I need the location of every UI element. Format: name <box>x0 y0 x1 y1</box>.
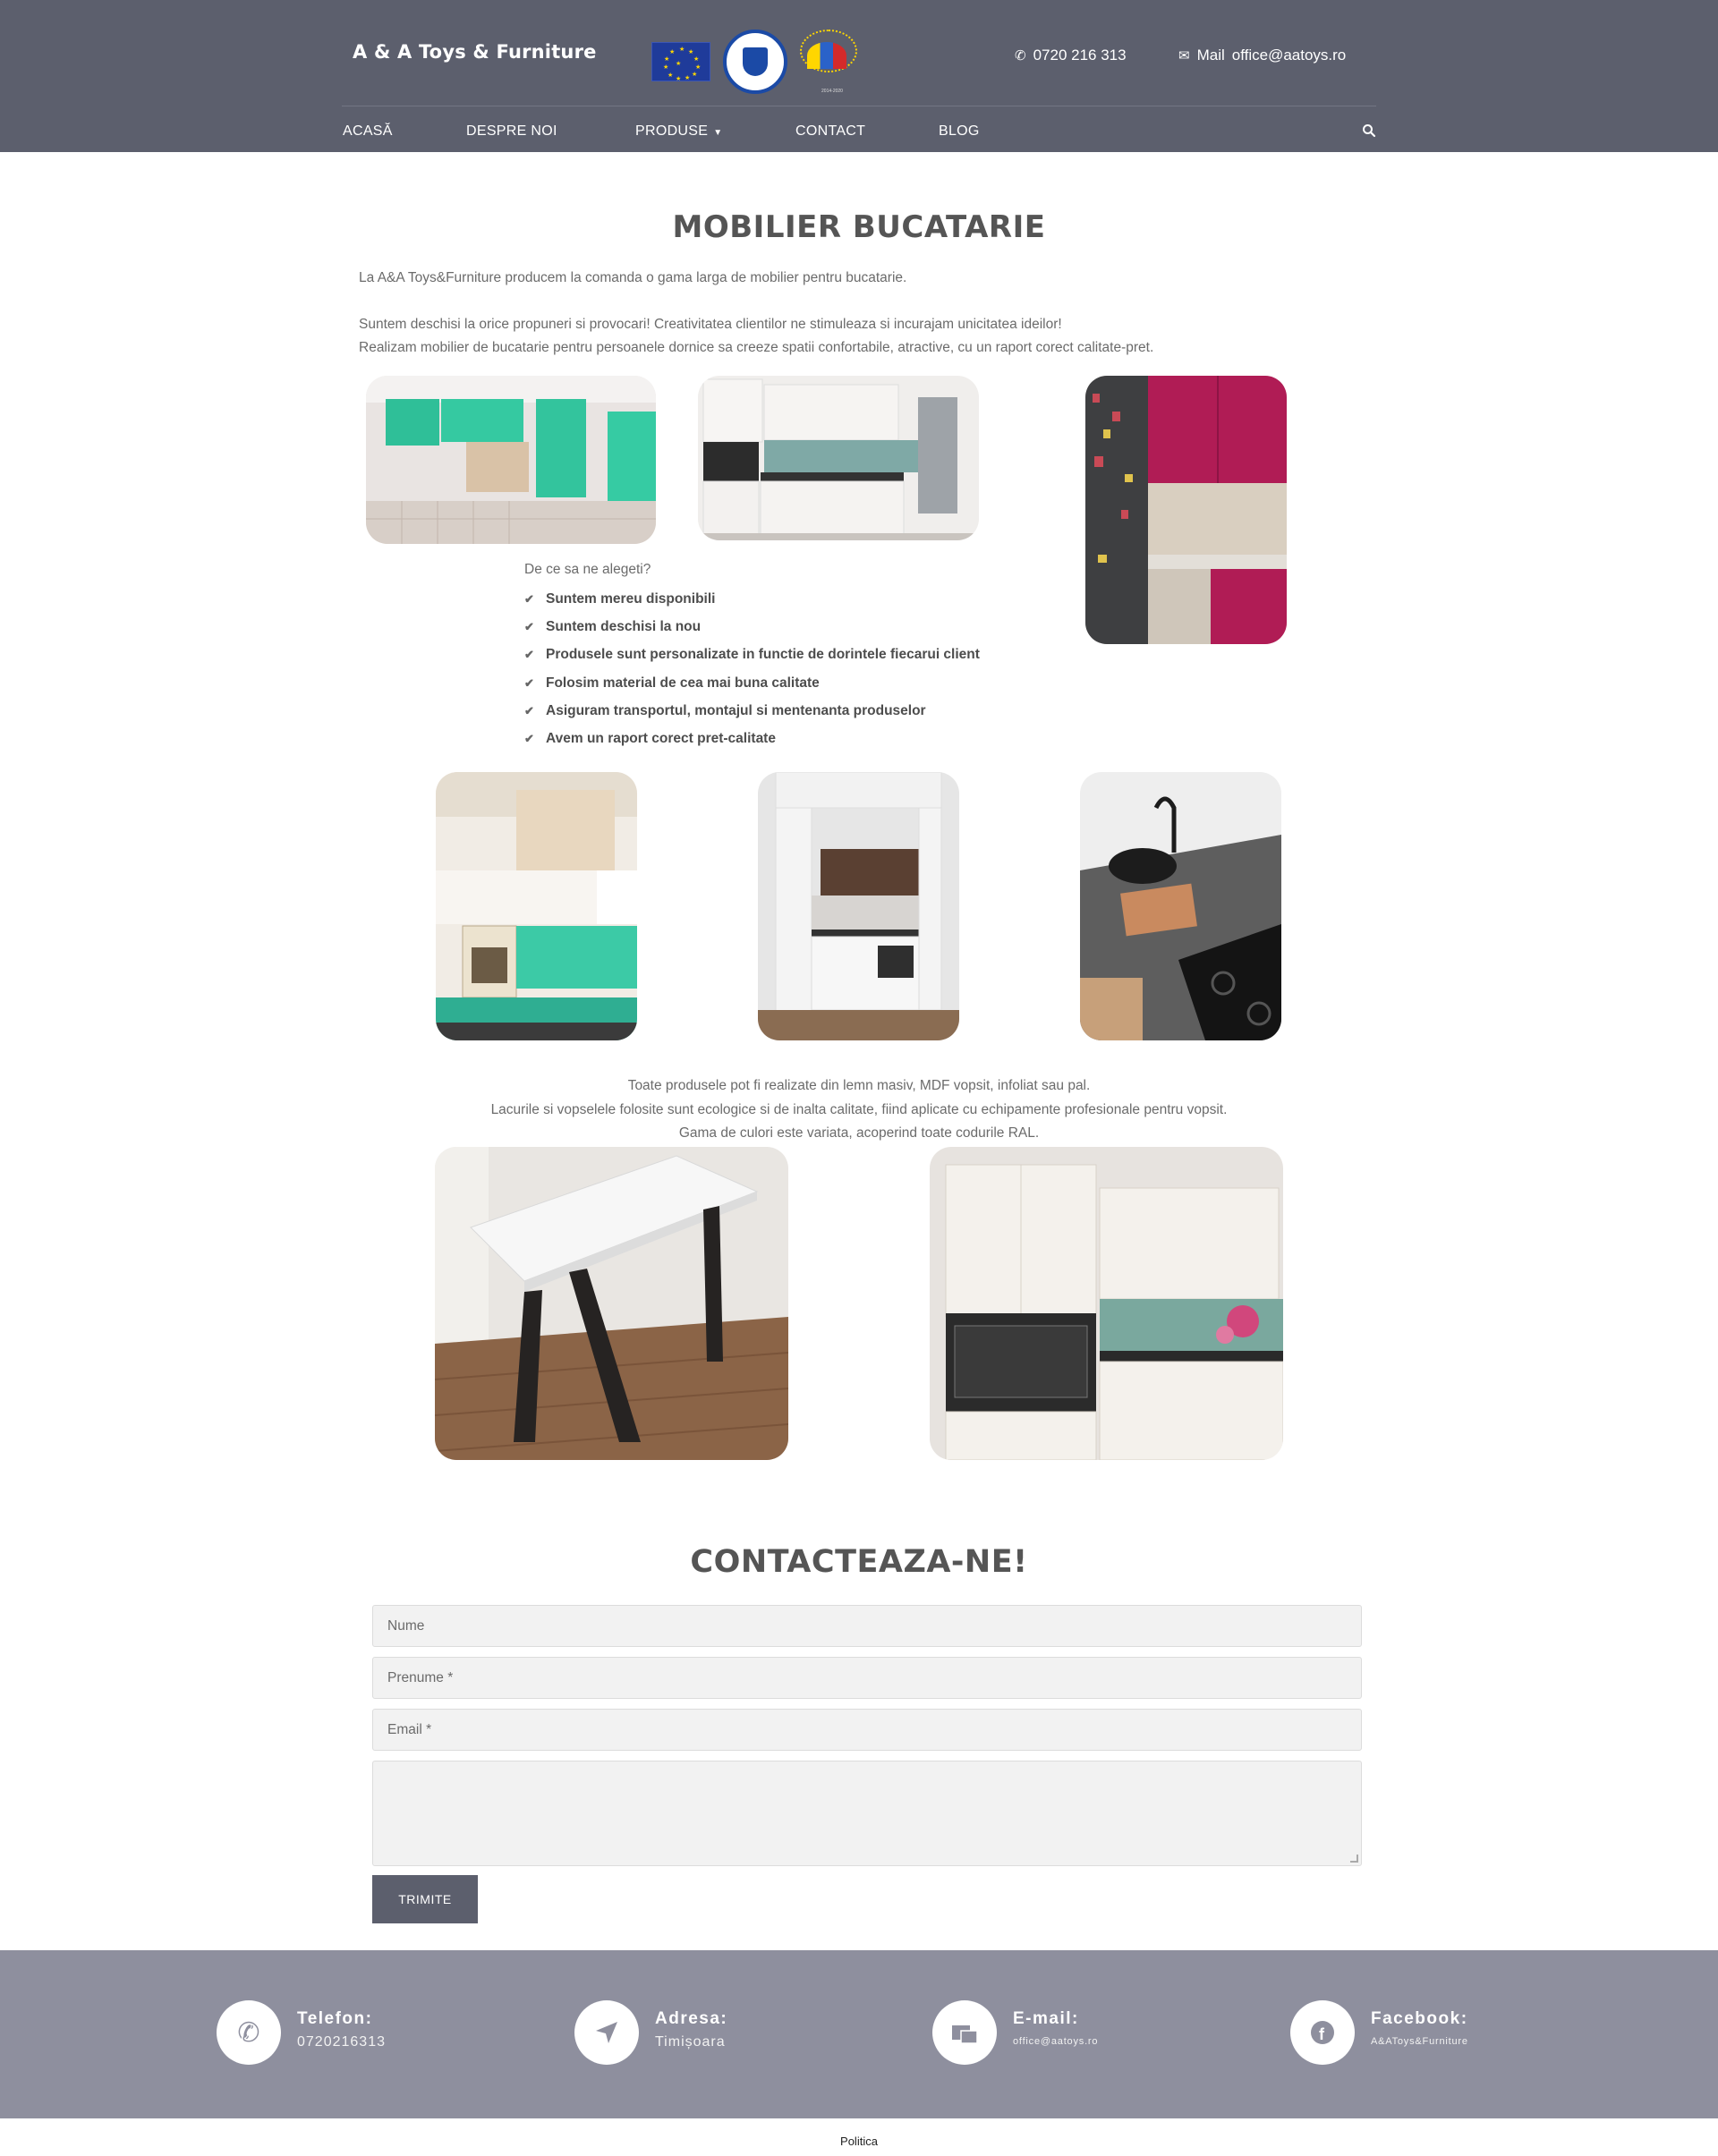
nav-item-produse[interactable]: PRODUSE ▼ <box>635 123 722 140</box>
phone-icon: ✆ <box>217 2000 281 2065</box>
kitchen-photo-classic[interactable] <box>930 1147 1283 1460</box>
nav-item-acasa[interactable]: ACASĂ <box>343 123 393 140</box>
policy-link[interactable]: Politica <box>0 2135 1718 2148</box>
materials-text-2: Lacurile si vopselele folosite sunt ecol… <box>490 1102 1228 1117</box>
header-phone[interactable]: ✆ 0720 216 313 <box>1015 47 1127 64</box>
materials-text-1: Toate produsele pot fi realizate din lem… <box>627 1078 1091 1093</box>
name-field[interactable]: Nume <box>372 1605 1362 1647</box>
list-item: ✔ Asiguram transportul, montajul si mente… <box>524 702 926 718</box>
nav-item-blog[interactable]: BLOG <box>939 123 980 140</box>
message-textarea[interactable] <box>372 1761 1362 1866</box>
main-nav: ACASĂ DESPRE NOI PRODUSE ▼ CONTACT BLOG <box>342 115 1376 150</box>
kitchen-photo-teal[interactable] <box>366 376 656 544</box>
contact-title: CONTACTEAZA-NE! <box>690 1544 1028 1580</box>
phone-icon: ✆ <box>1015 48 1026 64</box>
submit-button[interactable]: TRIMITE <box>372 1875 478 1923</box>
chevron-down-icon: ▼ <box>713 128 723 138</box>
eu-flag-icon: ★ ★ ★ ★ ★ ★ ★ ★ ★ ★ ★ ★ <box>651 42 710 82</box>
kitchen-photo-teal-oven[interactable] <box>436 772 637 1040</box>
check-icon: ✔ <box>524 591 534 606</box>
mail-bulk-icon <box>932 2000 997 2065</box>
page: A & A Toys & Furniture ★ ★ ★ ★ ★ ★ ★ ★ ★ ★ ★ ★… <box>0 0 1718 2156</box>
list-item: ✔ Avem un raport corect pret-calitate <box>524 731 776 747</box>
brand-logo[interactable]: A & A Toys & Furniture <box>353 41 597 63</box>
check-icon: ✔ <box>524 648 534 662</box>
romanian-government-seal-icon <box>723 30 787 94</box>
resize-handle-icon[interactable] <box>1350 1855 1358 1863</box>
comfort-text: Realizam mobilier de bucatarie pentru pe… <box>359 340 1154 355</box>
intro-text: La A&A Toys&Furniture producem la comand… <box>359 270 907 285</box>
cohesion-policy-logo-icon: 2014-2020 <box>800 30 857 94</box>
kitchen-photo-wood[interactable] <box>758 772 959 1040</box>
check-icon: ✔ <box>524 619 534 633</box>
facebook-icon: f <box>1290 2000 1355 2065</box>
site-footer: ✆ Telefon: 0720216313 Adresa: Timișoara … <box>0 1950 1718 2118</box>
check-icon: ✔ <box>524 732 534 746</box>
footer-email[interactable]: E-mail: office@aatoys.ro <box>932 2000 1098 2065</box>
funding-logos: ★ ★ ★ ★ ★ ★ ★ ★ ★ ★ ★ ★ 2014-2020 <box>651 27 857 97</box>
nav-item-contact[interactable]: CONTACT <box>795 123 865 140</box>
kitchen-photo-sink[interactable] <box>1080 772 1281 1040</box>
firstname-field[interactable]: Prenume * <box>372 1657 1362 1699</box>
list-item: ✔ Folosim material de cea mai buna calita… <box>524 675 820 691</box>
materials-text-3: Gama de culori este variata, acoperind t… <box>678 1125 1040 1141</box>
footer-address[interactable]: Adresa: Timișoara <box>574 2000 727 2065</box>
location-arrow-icon <box>574 2000 639 2065</box>
check-icon: ✔ <box>524 675 534 690</box>
page-title: MOBILIER BUCATARIE <box>672 209 1046 245</box>
svg-text:f: f <box>1319 2025 1325 2043</box>
header-mail[interactable]: ✉ Mail office@aatoys.ro <box>1178 47 1346 64</box>
list-item: ✔ Suntem deschisi la nou <box>524 618 702 634</box>
email-field[interactable]: Email * <box>372 1709 1362 1751</box>
check-icon: ✔ <box>524 703 534 717</box>
nav-item-despre-noi[interactable]: DESPRE NOI <box>466 123 557 140</box>
envelope-icon: ✉ <box>1178 48 1190 64</box>
search-icon[interactable] <box>1362 123 1376 138</box>
why-us-list: ✔ Suntem mereu disponibili ✔ Suntem deschi… <box>524 585 980 753</box>
kitchen-photo-white[interactable] <box>698 376 979 540</box>
creativity-text: Suntem deschisi la orice propuneri si pr… <box>359 317 1062 332</box>
footer-phone[interactable]: ✆ Telefon: 0720216313 <box>217 2000 386 2065</box>
site-header: A & A Toys & Furniture ★ ★ ★ ★ ★ ★ ★ ★ ★ ★ ★ ★… <box>0 0 1718 152</box>
list-item: ✔ Produsele sunt personalizate in functie… <box>524 647 980 663</box>
why-us-title: De ce sa ne alegeti? <box>524 562 651 577</box>
footer-facebook[interactable]: f Facebook: A&AToys&Furniture <box>1290 2000 1468 2065</box>
table-photo[interactable] <box>435 1147 788 1460</box>
list-item: ✔ Suntem mereu disponibili <box>524 590 716 607</box>
kitchen-photo-magenta[interactable] <box>1085 376 1287 644</box>
